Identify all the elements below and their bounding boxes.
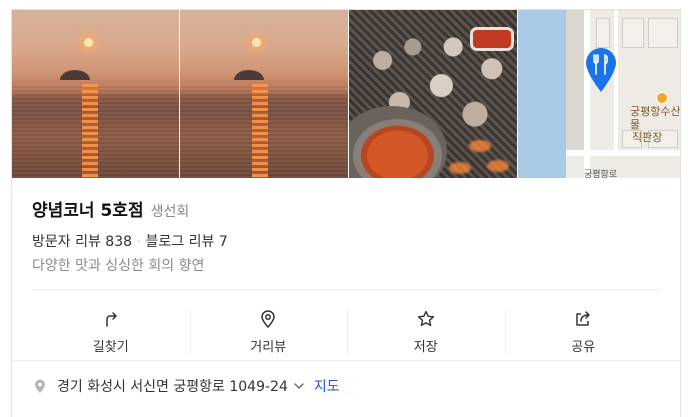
divider	[32, 289, 660, 290]
place-card: 궁평항수산물 직판장 궁평항로 양념코너 5호점 생선회 방문자 리뷰 838 …	[11, 9, 681, 417]
place-name[interactable]: 양념코너 5호점	[32, 196, 144, 221]
place-title-row: 양념코너 5호점 생선회	[32, 196, 189, 221]
location-pin-icon	[35, 379, 45, 393]
share-label: 공유	[571, 340, 596, 355]
photo-sunset-1[interactable]	[12, 10, 179, 178]
share-button[interactable]: 공유	[504, 299, 663, 365]
street-view-button[interactable]: 거리뷰	[189, 299, 348, 365]
save-label: 저장	[413, 340, 438, 355]
save-button[interactable]: 저장	[347, 299, 505, 365]
photo-strip: 궁평항수산물 직판장 궁평항로	[12, 10, 681, 178]
address-text: 경기 화성시 서신면 궁평항로 1049-24	[57, 379, 288, 395]
blog-review-link[interactable]: 블로그 리뷰 7	[146, 231, 228, 251]
visitor-review-link[interactable]: 방문자 리뷰 838	[32, 231, 132, 251]
place-description: 다양한 맛과 싱싱한 회의 향연	[32, 258, 205, 274]
share-icon	[576, 311, 590, 326]
chevron-down-icon[interactable]	[292, 379, 306, 393]
street-view-icon	[261, 310, 276, 329]
action-bar: 길찾기 거리뷰 저장 공유	[32, 299, 662, 365]
map-poi-label: 궁평항수산물 직판장	[630, 105, 681, 144]
directions-button[interactable]: 길찾기	[32, 299, 190, 365]
address-row: 경기 화성시 서신면 궁평항로 1049-24 지도	[32, 376, 340, 396]
review-separator: ·	[137, 234, 141, 248]
directions-label: 길찾기	[92, 340, 129, 355]
map-link[interactable]: 지도	[314, 376, 340, 396]
place-category: 생선회	[150, 204, 190, 220]
section-divider	[12, 360, 680, 361]
photo-map[interactable]: 궁평항수산물 직판장 궁평항로	[518, 10, 681, 178]
star-icon	[417, 310, 434, 327]
review-counts: 방문자 리뷰 838 · 블로그 리뷰 7	[32, 231, 228, 251]
photo-sunset-2[interactable]	[180, 10, 348, 178]
photo-grilled-shellfish[interactable]	[349, 10, 517, 178]
restaurant-pin-icon	[583, 46, 619, 94]
market-poi-icon	[656, 92, 668, 104]
directions-icon	[106, 312, 117, 327]
street-view-label: 거리뷰	[250, 340, 287, 355]
map-road-label: 궁평항로	[584, 170, 618, 178]
